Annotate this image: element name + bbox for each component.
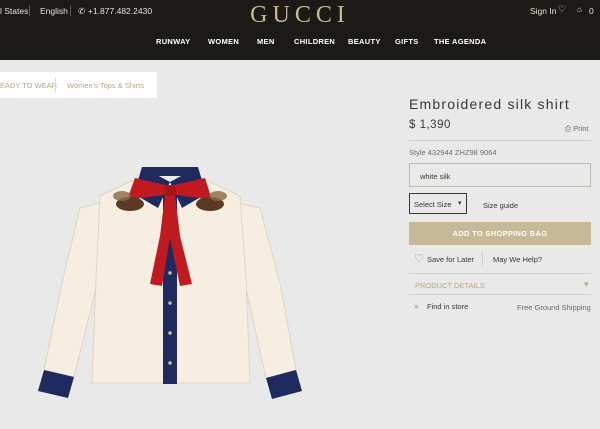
size-guide-link[interactable]: Size guide	[483, 201, 518, 210]
size-select[interactable]: Select Size ▾	[409, 193, 467, 214]
product-image	[38, 167, 302, 399]
divider	[482, 252, 483, 266]
divider	[55, 78, 56, 92]
divider	[409, 140, 591, 141]
bag-count: 0	[589, 6, 594, 16]
product-price: $ 1,390	[409, 119, 451, 131]
print-label: Print	[573, 124, 589, 133]
chevron-down-icon: ▾	[458, 200, 462, 207]
breadcrumb-womens-tops[interactable]: Women's Tops & Shirts	[67, 81, 144, 90]
site-header: l States English ✆ +1.877.482.2430 GUCCI…	[0, 0, 600, 60]
product-title: Embroidered silk shirt	[409, 96, 570, 112]
nav-children[interactable]: CHILDREN	[294, 37, 335, 46]
breadcrumb-ready-to-wear[interactable]: EADY TO WEAR	[0, 81, 57, 90]
color-value: white silk	[420, 172, 451, 181]
nav-runway[interactable]: RUNWAY	[156, 37, 190, 46]
style-number: Style 432944 ZHZ98 9064	[409, 148, 497, 157]
nav-the-agenda[interactable]: THE AGENDA	[434, 37, 486, 46]
print-link[interactable]: ⎙ Print	[565, 124, 589, 134]
nav-gifts[interactable]: GIFTS	[395, 37, 419, 46]
gucci-logo[interactable]: GUCCI	[0, 2, 600, 29]
add-to-bag-button[interactable]: ADD TO SHOPPING BAG	[409, 222, 591, 245]
breadcrumb: EADY TO WEAR Women's Tops & Shirts	[0, 72, 157, 98]
location-pin-icon: ●	[414, 302, 419, 311]
product-details-toggle[interactable]: PRODUCT DETAILS	[415, 281, 485, 290]
shipping-info: Free Ground Shipping	[517, 303, 591, 312]
sign-in-link[interactable]: Sign In	[530, 6, 556, 16]
color-selector[interactable]: white silk	[409, 163, 591, 187]
heart-icon[interactable]: ♡	[558, 4, 566, 15]
save-for-later-link[interactable]: Save for Later	[427, 255, 474, 264]
divider	[409, 294, 591, 295]
nav-men[interactable]: MEN	[257, 37, 275, 46]
nav-women[interactable]: WOMEN	[208, 37, 239, 46]
heart-icon[interactable]: ♡	[414, 252, 424, 265]
find-in-store-link[interactable]: Find in store	[427, 302, 468, 311]
help-link[interactable]: May We Help?	[493, 255, 542, 264]
chevron-down-icon[interactable]: ▾	[584, 279, 589, 290]
bag-icon[interactable]: ⌂	[577, 5, 582, 14]
divider	[409, 273, 591, 274]
size-select-label: Select Size	[414, 200, 452, 209]
nav-beauty[interactable]: BEAUTY	[348, 37, 381, 46]
printer-icon: ⎙	[565, 124, 571, 133]
